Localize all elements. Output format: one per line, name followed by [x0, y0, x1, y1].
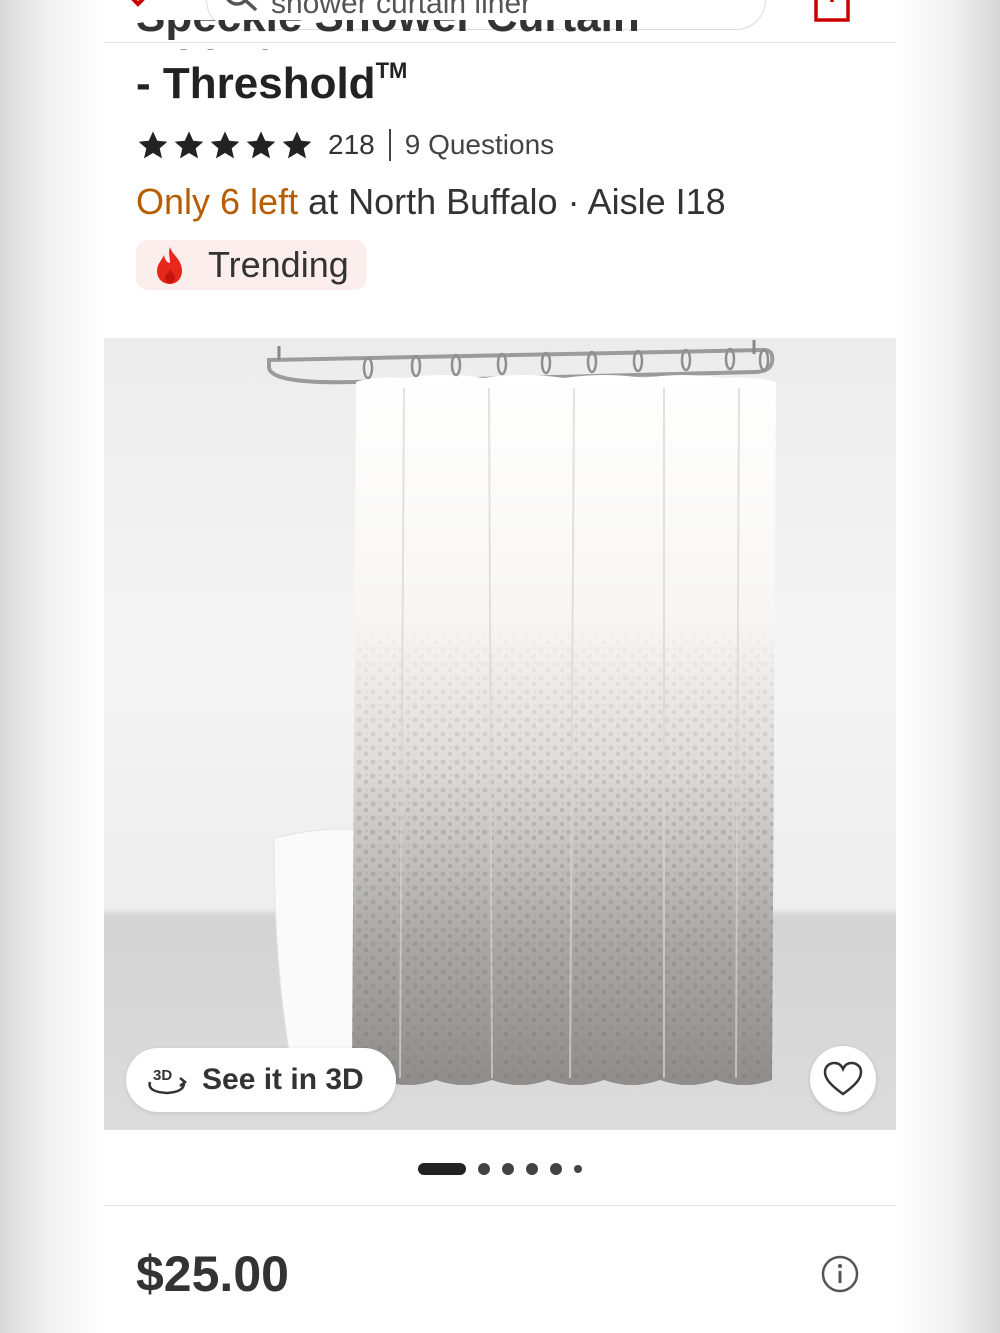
info-icon[interactable]	[820, 1254, 860, 1294]
product-page: shower curtain liner Speckle Shower Curt…	[104, 0, 896, 1333]
pager-dot[interactable]	[574, 1165, 582, 1173]
product-price: $25.00	[136, 1246, 289, 1302]
pager-dot[interactable]	[502, 1163, 514, 1175]
store-location: at North Buffalo · Aisle I18	[308, 181, 726, 222]
image-pager[interactable]	[104, 1160, 896, 1178]
trending-label: Trending	[208, 244, 349, 285]
questions-link[interactable]: 9 Questions	[405, 129, 554, 161]
product-image-gallery[interactable]: 3D See it in 3D	[104, 338, 896, 1130]
divider	[388, 129, 391, 161]
shower-curtain-image	[267, 340, 776, 1085]
svg-text:3D: 3D	[153, 1067, 172, 1084]
flame-icon	[157, 247, 182, 284]
stock-status[interactable]: Only 6 left at North Buffalo · Aisle I18	[136, 180, 726, 224]
trending-badge: Trending	[136, 240, 367, 290]
3d-icon: 3D	[148, 1067, 188, 1095]
review-count[interactable]: 218	[328, 129, 375, 161]
pager-dot-active[interactable]	[418, 1163, 466, 1175]
divider	[104, 1205, 896, 1206]
star-icon	[282, 131, 312, 159]
search-icon	[226, 0, 257, 11]
back-arrow-icon[interactable]	[118, 0, 158, 18]
search-query: shower curtain liner	[271, 0, 532, 20]
product-title: - ThresholdTM	[136, 58, 408, 108]
rating-row[interactable]: 218 9 Questions	[136, 126, 554, 164]
pager-dot[interactable]	[550, 1163, 562, 1175]
star-icon	[138, 131, 168, 159]
product-title-partial: Speckle Shower Curtain White/Gray	[136, 20, 836, 50]
star-icon	[246, 131, 276, 159]
see-in-3d-button[interactable]: 3D See it in 3D	[126, 1048, 396, 1112]
favorite-button[interactable]	[810, 1046, 876, 1112]
star-icon	[210, 131, 240, 159]
star-icon	[174, 131, 204, 159]
heart-icon	[823, 1061, 863, 1096]
see-in-3d-label: See it in 3D	[202, 1063, 364, 1096]
low-stock-text: Only 6 left	[136, 181, 299, 222]
pager-dot[interactable]	[478, 1163, 490, 1175]
pager-dot[interactable]	[526, 1163, 538, 1175]
star-rating	[136, 130, 314, 160]
